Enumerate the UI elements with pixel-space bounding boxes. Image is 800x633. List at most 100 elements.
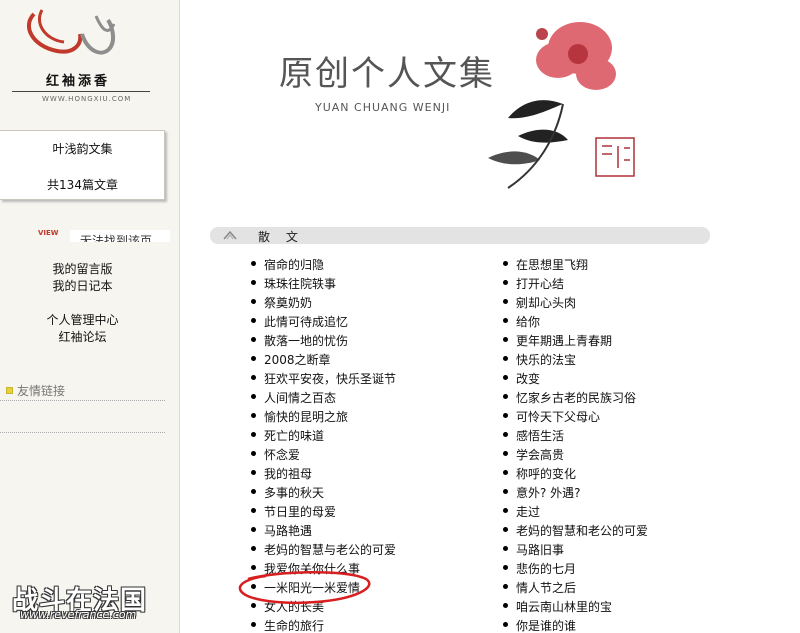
article-link[interactable]: 我的祖母 xyxy=(264,465,312,482)
bullet-icon xyxy=(503,413,508,418)
logo-name: 红袖添香 xyxy=(46,74,111,89)
bullet-icon xyxy=(503,337,508,342)
bullet-icon xyxy=(251,280,256,285)
article-link[interactable]: 快乐的法宝 xyxy=(516,351,576,368)
section-title: 散 文 xyxy=(258,230,304,244)
article-link[interactable]: 马路艳遇 xyxy=(264,522,312,539)
article-link[interactable]: 改变 xyxy=(516,370,540,387)
bullet-icon xyxy=(251,508,256,513)
bullet-icon xyxy=(251,356,256,361)
forum-link[interactable]: 红袖论坛 xyxy=(0,328,165,345)
bullet-icon xyxy=(503,508,508,513)
bullet-icon xyxy=(503,318,508,323)
bullet-icon xyxy=(251,261,256,266)
marquee-text: 无法找到该页 xyxy=(80,234,153,242)
article-link[interactable]: 在思想里飞翔 xyxy=(516,256,588,273)
article-link[interactable]: 祭奠奶奶 xyxy=(264,294,312,311)
sidebar: 红袖添香 WWW.HONGXIU.COM 叶浅韵文集 共134篇文章 VIEW … xyxy=(0,0,180,633)
bullet-icon xyxy=(251,451,256,456)
article-link[interactable]: 死亡的味道 xyxy=(264,427,324,444)
fan-icon xyxy=(223,230,237,240)
bullet-icon xyxy=(503,432,508,437)
bullet-icon xyxy=(251,299,256,304)
bullet-icon xyxy=(251,413,256,418)
friends-divider-top xyxy=(0,400,165,401)
article-link[interactable]: 怀念爱 xyxy=(264,446,300,463)
article-link[interactable]: 更年期遇上青春期 xyxy=(516,332,612,349)
bullet-icon xyxy=(503,299,508,304)
article-link[interactable]: 多事的秋天 xyxy=(264,484,324,501)
article-link[interactable]: 老妈的智慧与老公的可爱 xyxy=(264,541,396,558)
article-link[interactable]: 此情可待成追忆 xyxy=(264,313,348,330)
friends-label: 友情链接 xyxy=(17,384,66,398)
article-link[interactable]: 悲伤的七月 xyxy=(516,560,576,577)
article-link[interactable]: 意外? 外遇? xyxy=(516,484,581,501)
bullet-icon xyxy=(503,584,508,589)
article-link[interactable]: 马路旧事 xyxy=(516,541,564,558)
article-link[interactable]: 情人节之后 xyxy=(516,579,576,596)
bullet-icon xyxy=(251,470,256,475)
logo-divider xyxy=(12,91,150,92)
annotation-circle xyxy=(238,571,371,604)
bullet-icon xyxy=(503,356,508,361)
article-link[interactable]: 走过 xyxy=(516,503,540,520)
article-link[interactable]: 打开心结 xyxy=(516,275,564,292)
article-link[interactable]: 节日里的母爱 xyxy=(264,503,336,520)
article-link[interactable]: 感悟生活 xyxy=(516,427,564,444)
bullet-icon xyxy=(251,337,256,342)
article-link[interactable]: 宿命的归隐 xyxy=(264,256,324,273)
bullet-icon xyxy=(251,527,256,532)
personal-center-link[interactable]: 个人管理中心 xyxy=(0,311,165,328)
article-link[interactable]: 你是谁的谁 xyxy=(516,617,576,633)
square-icon xyxy=(6,387,13,394)
article-link[interactable]: 给你 xyxy=(516,313,540,330)
bullet-icon xyxy=(503,603,508,608)
bullet-icon xyxy=(503,489,508,494)
article-link[interactable]: 2008之断章 xyxy=(264,351,331,368)
bullet-icon xyxy=(503,527,508,532)
page-title: 原创个人文集 xyxy=(279,54,495,94)
bullet-icon xyxy=(503,394,508,399)
page-subtitle: YUAN CHUANG WENJI xyxy=(315,101,451,114)
bullet-icon xyxy=(251,489,256,494)
friends-divider-bottom xyxy=(0,432,165,433)
friends-heading: 友情链接 xyxy=(6,382,65,399)
bullet-icon xyxy=(251,432,256,437)
article-count: 共134篇文章 xyxy=(47,178,118,192)
bullet-icon xyxy=(503,261,508,266)
article-link[interactable]: 人间情之百态 xyxy=(264,389,336,406)
view-marquee: 无法找到该页 xyxy=(70,230,170,242)
article-link[interactable]: 剜却心头肉 xyxy=(516,294,576,311)
article-link[interactable]: 生命的旅行 xyxy=(264,617,324,633)
diary-link[interactable]: 我的日记本 xyxy=(0,277,165,294)
watermark-en: www.revefrance.com xyxy=(20,608,137,621)
article-link[interactable]: 可怜天下父母心 xyxy=(516,408,600,425)
article-link[interactable]: 咱云南山林里的宝 xyxy=(516,598,612,615)
bullet-icon xyxy=(251,375,256,380)
bullet-icon xyxy=(251,394,256,399)
bullet-icon xyxy=(251,318,256,323)
bullet-icon xyxy=(251,622,256,627)
bullet-icon xyxy=(503,546,508,551)
guestbook-link[interactable]: 我的留言版 xyxy=(0,260,165,277)
logo-url: WWW.HONGXIU.COM xyxy=(42,95,132,103)
view-tag: VIEW xyxy=(38,229,59,237)
article-link[interactable]: 称呼的变化 xyxy=(516,465,576,482)
article-link[interactable]: 珠珠往院轶事 xyxy=(264,275,336,292)
article-link[interactable]: 愉快的昆明之旅 xyxy=(264,408,348,425)
bullet-icon xyxy=(251,546,256,551)
bullet-icon xyxy=(503,375,508,380)
bullet-icon xyxy=(503,280,508,285)
page: 红袖添香 WWW.HONGXIU.COM 叶浅韵文集 共134篇文章 VIEW … xyxy=(0,0,800,633)
article-link[interactable]: 忆家乡古老的民族习俗 xyxy=(516,389,636,406)
article-link[interactable]: 散落一地的忧伤 xyxy=(264,332,348,349)
collection-link[interactable]: 叶浅韵文集 xyxy=(0,140,165,157)
article-link[interactable]: 学会高贵 xyxy=(516,446,564,463)
ribbon-logo-icon xyxy=(27,9,116,55)
author-card: 叶浅韵文集 共134篇文章 xyxy=(0,130,165,200)
bullet-icon xyxy=(503,565,508,570)
article-link[interactable]: 老妈的智慧和老公的可爱 xyxy=(516,522,648,539)
bullet-icon xyxy=(503,470,508,475)
flower-painting-icon xyxy=(488,22,635,189)
article-link[interactable]: 狂欢平安夜，快乐圣诞节 xyxy=(264,370,396,387)
